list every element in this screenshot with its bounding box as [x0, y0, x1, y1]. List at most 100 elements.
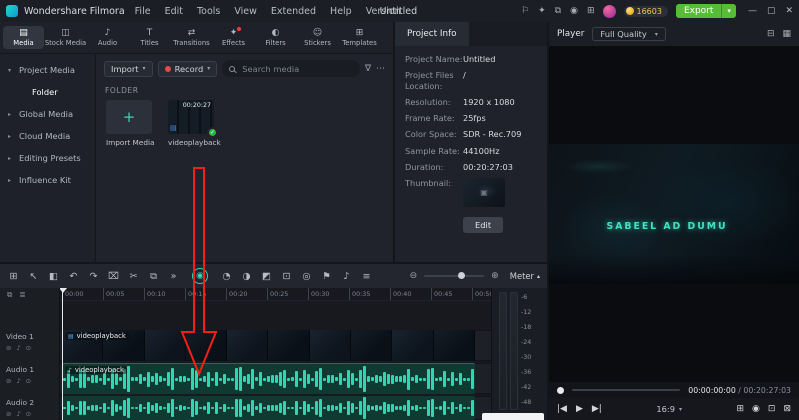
undo-icon[interactable]: ↶	[67, 271, 80, 282]
timeline-video-clip[interactable]: ▤ videoplayback	[62, 330, 475, 361]
import-button[interactable]: Import ▾	[104, 60, 153, 77]
link-clips-icon[interactable]: ⧉	[7, 290, 12, 300]
layout-icon[interactable]: ⊞	[587, 6, 595, 16]
lock-track-icon[interactable]: ⊙	[26, 410, 31, 418]
crop-icon[interactable]: ⧉	[147, 271, 160, 282]
edit-button[interactable]: Edit	[463, 217, 504, 233]
tab-templates[interactable]: ⊞ Templates	[339, 26, 380, 49]
tab-media[interactable]: ▤ Media	[3, 26, 44, 49]
screen-record-icon[interactable]: ◉	[570, 6, 578, 16]
zoom-slider-thumb[interactable]	[457, 272, 465, 279]
display-icon[interactable]: ⧉	[555, 6, 561, 16]
progress-track[interactable]	[572, 389, 681, 391]
tab-filters[interactable]: ◐ Filters	[255, 26, 296, 49]
track-header-audio-2[interactable]: Audio 2 ⊘ ♪ ⊙	[0, 396, 59, 420]
meter-toggle[interactable]: Meter ▴	[510, 271, 540, 281]
menu-item-extended[interactable]: Extended	[271, 6, 316, 17]
timeline-tracks[interactable]: 00:00 00:05 00:10 00:15 00:20 00:25 00:30 00:35…	[60, 288, 491, 420]
aspect-ratio-select[interactable]: 16:9 ▾	[656, 404, 682, 414]
timeline-audio-clip-2[interactable]	[62, 396, 475, 420]
mixer-icon[interactable]: ≡	[360, 271, 373, 282]
play-icon[interactable]: ▶	[576, 404, 583, 414]
zoom-slider[interactable]	[424, 272, 485, 279]
pip-icon[interactable]: ⊡	[280, 271, 293, 282]
export-button[interactable]: Export ▾	[675, 4, 736, 18]
fullscreen-icon[interactable]: ⊠	[783, 404, 791, 414]
search-box[interactable]	[222, 60, 360, 77]
more-options-icon[interactable]: ⋯	[376, 64, 385, 74]
import-media-thumb[interactable]: +	[106, 100, 152, 134]
timeline-ruler[interactable]: 00:00 00:05 00:10 00:15 00:20 00:25 00:30 00:35…	[60, 288, 491, 301]
hide-track-icon[interactable]: ⊘	[6, 410, 11, 418]
menu-item-file[interactable]: File	[135, 6, 151, 17]
gift-icon[interactable]: ✦	[538, 6, 546, 16]
mute-track-icon[interactable]: ♪	[16, 377, 20, 385]
snapshot-icon[interactable]: ◉	[752, 404, 760, 414]
export-caret-icon[interactable]: ▾	[721, 4, 736, 18]
sidebar-item-folder[interactable]: Folder	[0, 81, 95, 103]
quality-select[interactable]: Full Quality ▾	[592, 27, 666, 41]
color-correction-icon[interactable]: ◑	[240, 271, 253, 282]
media-clip-thumb[interactable]: 00:20:27 ▤ ✓	[168, 100, 218, 138]
canvas-icon[interactable]: ▦	[782, 29, 791, 39]
marker-icon[interactable]: ⚑	[320, 271, 333, 282]
close-icon[interactable]: ✕	[785, 6, 793, 16]
playhead[interactable]	[60, 288, 67, 420]
lock-track-icon[interactable]: ⊙	[26, 344, 31, 352]
menu-item-edit[interactable]: Edit	[165, 6, 183, 17]
maximize-icon[interactable]: ▢	[767, 6, 776, 16]
delete-icon[interactable]: ⌧	[107, 271, 120, 282]
grid-icon[interactable]: ⊞	[736, 404, 744, 414]
tab-titles[interactable]: T Titles	[129, 26, 170, 49]
tab-stock-media[interactable]: ◫ Stock Media	[45, 26, 86, 49]
more-tools-icon[interactable]: »	[167, 271, 180, 282]
prev-frame-icon[interactable]: |◀	[557, 404, 567, 414]
redo-icon[interactable]: ↷	[87, 271, 100, 282]
tab-stickers[interactable]: ☺ Stickers	[297, 26, 338, 49]
mirror-icon[interactable]: ⊡	[768, 404, 776, 414]
achievements-icon[interactable]: ⚐	[521, 6, 529, 16]
pointer-tool-icon[interactable]: ↖	[27, 271, 40, 282]
media-clip-tile[interactable]: 00:20:27 ▤ ✓ videoplayback	[168, 100, 221, 147]
speed-icon[interactable]: ◔	[220, 271, 233, 282]
menu-item-tools[interactable]: Tools	[197, 6, 220, 17]
color-wheel-icon[interactable]: ◉	[192, 268, 208, 284]
tab-audio[interactable]: ♪ Audio	[87, 26, 128, 49]
mute-track-icon[interactable]: ♪	[16, 410, 20, 418]
search-input[interactable]	[240, 62, 353, 75]
zoom-out-icon[interactable]: ⊖	[410, 271, 418, 281]
green-screen-icon[interactable]: ◩	[260, 271, 273, 282]
sidebar-item-editing-presets[interactable]: ▸ Editing Presets	[0, 147, 95, 169]
hide-track-icon[interactable]: ⊘	[6, 377, 11, 385]
mask-icon[interactable]: ◎	[300, 271, 313, 282]
sidebar-item-influence-kit[interactable]: ▸ Influence Kit	[0, 169, 95, 191]
menu-item-view[interactable]: View	[234, 6, 257, 17]
split-icon[interactable]: ✂	[127, 271, 140, 282]
track-manager-icon[interactable]: ⊞	[7, 271, 20, 282]
tab-transitions[interactable]: ⇄ Transitions	[171, 26, 212, 49]
import-media-tile[interactable]: + Import Media	[106, 100, 154, 147]
sidebar-item-cloud-media[interactable]: ▸ Cloud Media	[0, 125, 95, 147]
razor-tool-icon[interactable]: ◧	[47, 271, 60, 282]
mute-track-icon[interactable]: ♪	[16, 344, 20, 352]
zoom-in-icon[interactable]: ⊕	[491, 271, 499, 281]
sidebar-item-global-media[interactable]: ▸ Global Media	[0, 103, 95, 125]
track-options-icon[interactable]: ≣	[19, 290, 25, 299]
avatar[interactable]	[602, 4, 616, 18]
track-header-audio-1[interactable]: Audio 1 ⊘ ♪ ⊙	[0, 363, 59, 394]
compare-view-icon[interactable]: ⊟	[767, 29, 775, 39]
next-frame-icon[interactable]: ▶|	[592, 404, 602, 414]
filter-icon[interactable]: ∇	[365, 64, 371, 74]
track-header-video-1[interactable]: Video 1 ⊘ ♪ ⊙	[0, 330, 59, 361]
sidebar-item-project-media[interactable]: ▾ Project Media	[0, 59, 95, 81]
progress-handle[interactable]	[557, 386, 564, 394]
minimize-icon[interactable]: —	[748, 6, 757, 16]
record-button[interactable]: Record ▾	[157, 60, 218, 77]
voiceover-icon[interactable]: ♪	[340, 271, 353, 282]
tab-project-info[interactable]: Project Info	[395, 22, 469, 46]
hide-track-icon[interactable]: ⊘	[6, 344, 11, 352]
lock-track-icon[interactable]: ⊙	[26, 377, 31, 385]
coin-balance[interactable]: 16603	[623, 5, 668, 17]
menu-item-help[interactable]: Help	[330, 6, 352, 17]
tab-effects[interactable]: ✦ Effects	[213, 26, 254, 49]
